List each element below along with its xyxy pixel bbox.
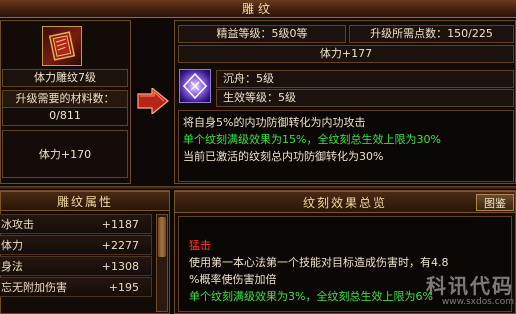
attribute-name: 体力 <box>1 239 23 252</box>
attribute-value: +2277 <box>101 238 139 252</box>
skill-name: 沉舟：5级 <box>216 70 514 88</box>
watermark-url: www.sxdos.com <box>441 297 514 307</box>
attribute-value: +1308 <box>101 259 139 273</box>
desc-line: 将自身5%的内功防御转化为内功攻击 <box>183 116 366 129</box>
upgrade-arrow-icon <box>136 86 170 116</box>
stat-current-text: 体力+170 <box>38 148 92 161</box>
effect-level-text: 生效等级：5级 <box>223 91 296 104</box>
watermark-logo: 科讯代码 www.sxdos.com <box>398 270 514 312</box>
attribute-value: +195 <box>108 280 139 294</box>
stat-total: 体力+177 <box>178 45 514 63</box>
carving-item-name: 体力雕纹7级 <box>2 69 128 87</box>
upgrade-points: 升级所需点数：150/225 <box>349 25 514 43</box>
attribute-row: 冰攻击 +1187 <box>0 214 152 234</box>
attribute-name: 身法 <box>1 260 23 273</box>
attribute-row: 体力 +2277 <box>0 235 152 255</box>
refine-level: 精益等级：5级0等 <box>178 25 346 43</box>
section-divider <box>0 186 516 189</box>
window-title: 雕纹 <box>0 0 516 18</box>
material-count: 0/811 <box>2 108 128 126</box>
skill-icon[interactable] <box>179 69 211 103</box>
codex-button[interactable]: 图鉴 <box>476 194 514 211</box>
attribute-name: 忘无附加伤害 <box>1 281 67 294</box>
effect-line: 使用第一本心法第一个技能对目标造成伤害时，有4.8 <box>189 256 449 269</box>
carving-item-icon[interactable] <box>42 26 82 66</box>
desc-line-limit: 单个纹刻满级效果为15%，全纹刻总生效上限为30% <box>183 133 441 146</box>
overview-title: 纹刻效果总览 <box>302 196 387 210</box>
material-label: 升级需要的材料数： <box>2 90 128 108</box>
watermark-text: 科讯代码 <box>426 274 514 298</box>
attributes-scrollbar[interactable] <box>156 214 168 312</box>
skill-name-text: 沉舟：5级 <box>223 72 274 85</box>
desc-line-current: 当前已激活的纹刻总内功防御转化为30% <box>183 150 384 163</box>
attribute-row: 忘无附加伤害 +195 <box>0 277 152 297</box>
effect-level: 生效等级：5级 <box>216 89 514 107</box>
rune-icon <box>182 72 208 100</box>
overview-header: 纹刻效果总览 <box>174 191 516 213</box>
effect-title: 猛击 <box>189 239 211 252</box>
attribute-value: +1187 <box>101 217 139 231</box>
stat-current: 体力+170 <box>2 130 128 178</box>
attribute-name: 冰攻击 <box>1 218 34 231</box>
attribute-row: 身法 +1308 <box>0 256 152 276</box>
attributes-header: 雕纹属性 <box>0 191 170 211</box>
scrollbar-thumb[interactable] <box>158 217 166 257</box>
scroll-icon <box>48 31 76 61</box>
skill-description: 将自身5%的内功防御转化为内功攻击 单个纹刻满级效果为15%，全纹刻总生效上限为… <box>178 110 514 182</box>
